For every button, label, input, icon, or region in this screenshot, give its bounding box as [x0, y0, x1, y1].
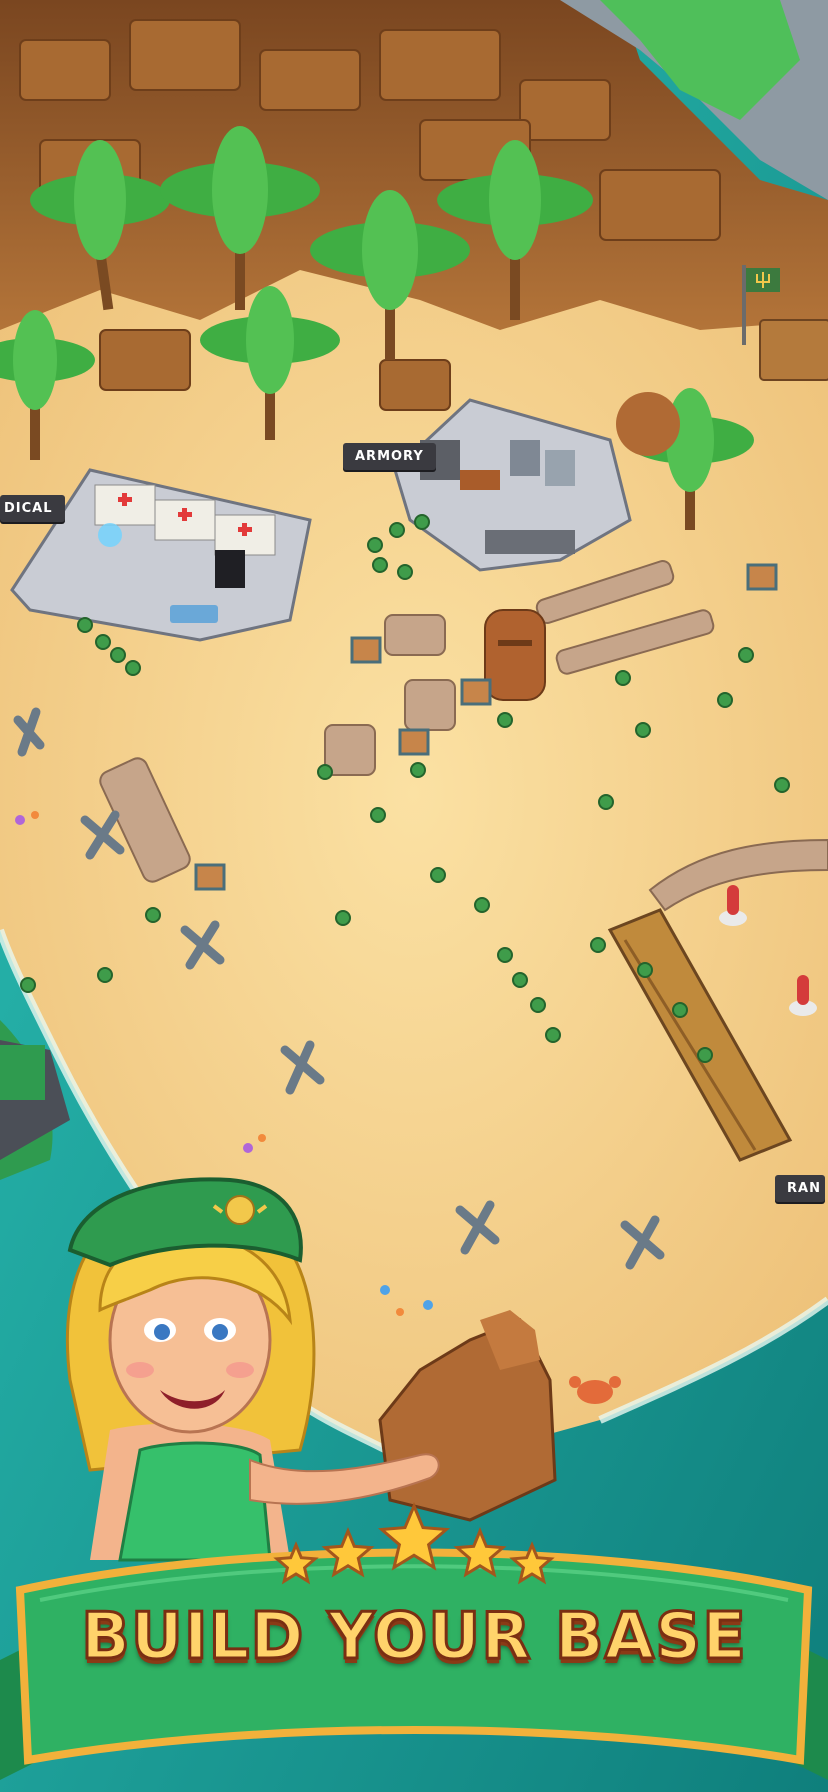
boulder	[616, 392, 680, 456]
armory-sign: ARMORY	[343, 443, 436, 470]
medical-sign: DICAL	[0, 495, 65, 522]
moai-statue	[484, 609, 546, 701]
island-base-scene	[0, 0, 828, 1792]
wooden-dock	[759, 319, 828, 381]
ranks-sign: RAN	[775, 1175, 825, 1202]
game-screen: ARMORY DICAL RAN BUILD YOUR BASE	[0, 0, 828, 1792]
headline-text: BUILD YOUR BASE	[80, 1599, 748, 1676]
